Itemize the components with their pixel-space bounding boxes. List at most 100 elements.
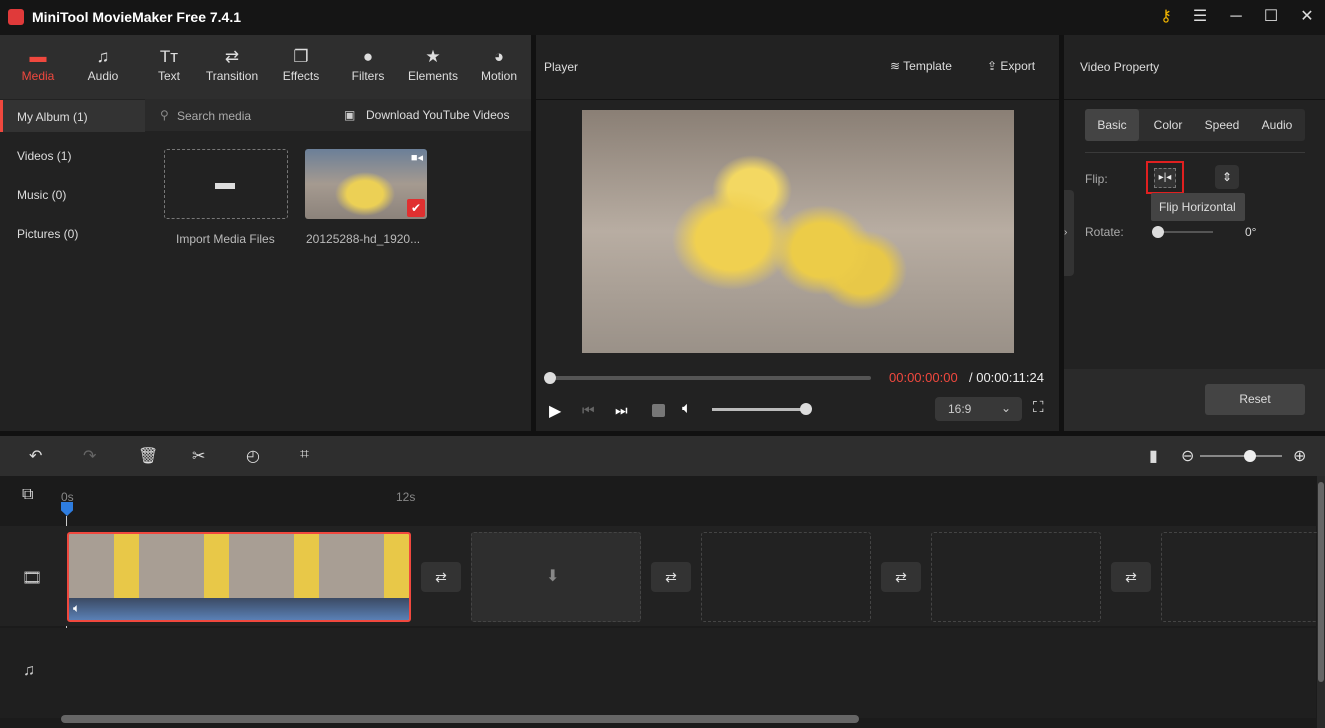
speed-icon[interactable]: ◴ [246, 446, 260, 466]
menu-icon[interactable]: ☰ [1189, 6, 1211, 28]
audio-waveform: 🔈︎ [69, 598, 409, 620]
timeline-video-clip[interactable]: 🔈︎ [67, 532, 411, 622]
tab-elements[interactable]: ★ Elements [400, 35, 466, 99]
zoom-slider[interactable] [1200, 450, 1282, 462]
media-clip-thumbnail[interactable]: ■◂ ✔ [305, 149, 427, 219]
flip-horizontal-button[interactable]: ▸|◂ [1146, 161, 1184, 194]
download-youtube-button[interactable]: Download YouTube Videos [366, 108, 509, 122]
tab-motion[interactable]: ◕ Motion [466, 35, 532, 99]
key-icon[interactable]: ⚷ [1155, 6, 1177, 28]
redo-icon[interactable]: ↷ [83, 446, 96, 466]
search-input[interactable]: Search media [177, 109, 251, 123]
tab-audio[interactable]: ♫ Audio [70, 35, 136, 99]
template-button[interactable]: ≋ Template [890, 59, 952, 73]
undo-icon[interactable]: ↶ [29, 446, 42, 466]
title-bar: MiniTool MovieMaker Free 7.4.1 ⚷ ☰ ─ ☐ ✕ [0, 0, 1325, 35]
playhead[interactable] [61, 502, 73, 516]
film-icon: 🎞︎ [22, 570, 43, 587]
tab-speed[interactable]: Speed [1196, 109, 1248, 141]
transition-slot-button[interactable]: ⇄ [421, 562, 461, 592]
music-icon: ♫ [96, 47, 110, 66]
clip-placeholder[interactable] [931, 532, 1101, 622]
sidebar-item-videos[interactable]: Videos (1) [0, 139, 145, 171]
zoom-out-icon[interactable]: ⊖ [1181, 446, 1194, 466]
close-button[interactable]: ✕ [1296, 6, 1318, 28]
divider [1085, 152, 1305, 153]
music-icon: ♫ [23, 662, 35, 679]
folder-icon: ▬ [29, 47, 47, 66]
layers-icon: ≋ [890, 59, 904, 73]
clip-placeholder[interactable]: ⬇ [471, 532, 641, 622]
timeline: ⧉ 0s 12s 🎞︎ ♫ 🔈︎ ⇄ ⬇ ⇄ ⇄ ⇄ [0, 476, 1325, 728]
seek-bar[interactable] [544, 372, 871, 384]
tab-basic[interactable]: Basic [1085, 109, 1139, 141]
media-panel: ▬ Media ♫ Audio Tт Text ⇄ Transition ❐ Effect… [0, 35, 531, 431]
scroll-thumb[interactable] [1318, 482, 1324, 682]
timeline-toolbar: ↶ ↷ 🗑︎ ✂ ◴ ⌗ ▮ ⊖ ⊕ [0, 436, 1325, 476]
tab-audio[interactable]: Audio [1251, 109, 1303, 141]
clip-placeholder[interactable] [1161, 532, 1321, 622]
flip-horizontal-icon: ▸|◂ [1154, 168, 1176, 188]
horizontal-scrollbar[interactable] [61, 715, 859, 723]
crop-icon[interactable]: ⌗ [300, 446, 309, 464]
transition-slot-button[interactable]: ⇄ [1111, 562, 1151, 592]
app-logo [8, 9, 24, 25]
sidebar-item-my-album[interactable]: My Album (1) [0, 100, 145, 132]
export-button[interactable]: ⇪ Export [987, 59, 1035, 73]
video-property-panel: Video Property Basic Color Speed Audio F… [1064, 35, 1325, 431]
volume-icon[interactable]: 🔈︎ [73, 601, 80, 616]
reset-button[interactable]: Reset [1205, 384, 1305, 415]
rotate-handle[interactable] [1152, 226, 1164, 238]
fullscreen-icon[interactable]: ⛶ [1033, 399, 1044, 416]
delete-icon[interactable]: 🗑︎ [138, 446, 158, 466]
minimize-button[interactable]: ─ [1225, 6, 1247, 28]
tab-transition[interactable]: ⇄ Transition [199, 35, 265, 99]
search-bar: ⚲ Search media ▣ Download YouTube Videos [145, 99, 531, 131]
next-frame-icon[interactable]: ⏭ [615, 402, 628, 419]
aspect-ratio-select[interactable]: 16:9 ⌄ [935, 397, 1022, 421]
video-camera-icon: ■◂ [410, 152, 423, 164]
tab-media[interactable]: ▬ Media [5, 35, 71, 99]
zoom-handle[interactable] [1244, 450, 1256, 462]
sidebar-item-pictures[interactable]: Pictures (0) [0, 217, 145, 249]
circles-icon: ● [362, 47, 374, 66]
tab-filters[interactable]: ● Filters [335, 35, 401, 99]
rotate-slider[interactable] [1152, 226, 1213, 238]
volume-handle[interactable] [800, 403, 812, 415]
fit-icon[interactable]: ▮ [1149, 446, 1158, 466]
volume-icon[interactable]: 🔈︎ [682, 400, 692, 418]
previous-frame-icon[interactable]: ⏮ [582, 402, 595, 419]
import-label: Import Media Files [176, 232, 275, 246]
seek-handle[interactable] [544, 372, 556, 384]
scissors-icon[interactable]: ✂ [192, 446, 205, 466]
stop-icon[interactable] [652, 404, 665, 417]
youtube-icon: ▣ [344, 108, 356, 122]
total-time: / 00:00:11:24 [969, 370, 1044, 385]
divider [536, 99, 1059, 100]
tab-effects[interactable]: ❐ Effects [268, 35, 334, 99]
zoom-in-icon[interactable]: ⊕ [1293, 446, 1306, 466]
tab-text[interactable]: Tт Text [136, 35, 202, 99]
search-icon: ⚲ [160, 108, 169, 122]
ruler-label: 12s [396, 490, 416, 504]
flip-vertical-icon[interactable]: ⇕ [1215, 165, 1239, 189]
play-icon[interactable]: ▶ [549, 401, 561, 421]
volume-slider[interactable] [712, 403, 812, 415]
transition-slot-button[interactable]: ⇄ [651, 562, 691, 592]
upload-icon: ⇪ [987, 59, 1001, 73]
tab-color[interactable]: Color [1142, 109, 1194, 141]
ball-icon: ◕ [493, 47, 505, 66]
divider [1064, 99, 1325, 100]
collapse-handle[interactable]: › [1064, 190, 1074, 276]
audio-track [0, 628, 1316, 718]
rotate-value: 0° [1245, 225, 1257, 239]
import-media-button[interactable]: ▬ [164, 149, 288, 219]
video-preview[interactable] [582, 110, 1014, 353]
clip-placeholder[interactable] [701, 532, 871, 622]
sidebar-item-music[interactable]: Music (0) [0, 178, 145, 210]
transition-slot-button[interactable]: ⇄ [881, 562, 921, 592]
maximize-button[interactable]: ☐ [1260, 6, 1282, 28]
vertical-scrollbar[interactable] [1317, 476, 1325, 728]
add-track-icon[interactable]: ⧉ [22, 486, 33, 504]
flip-label: Flip: [1085, 172, 1108, 186]
